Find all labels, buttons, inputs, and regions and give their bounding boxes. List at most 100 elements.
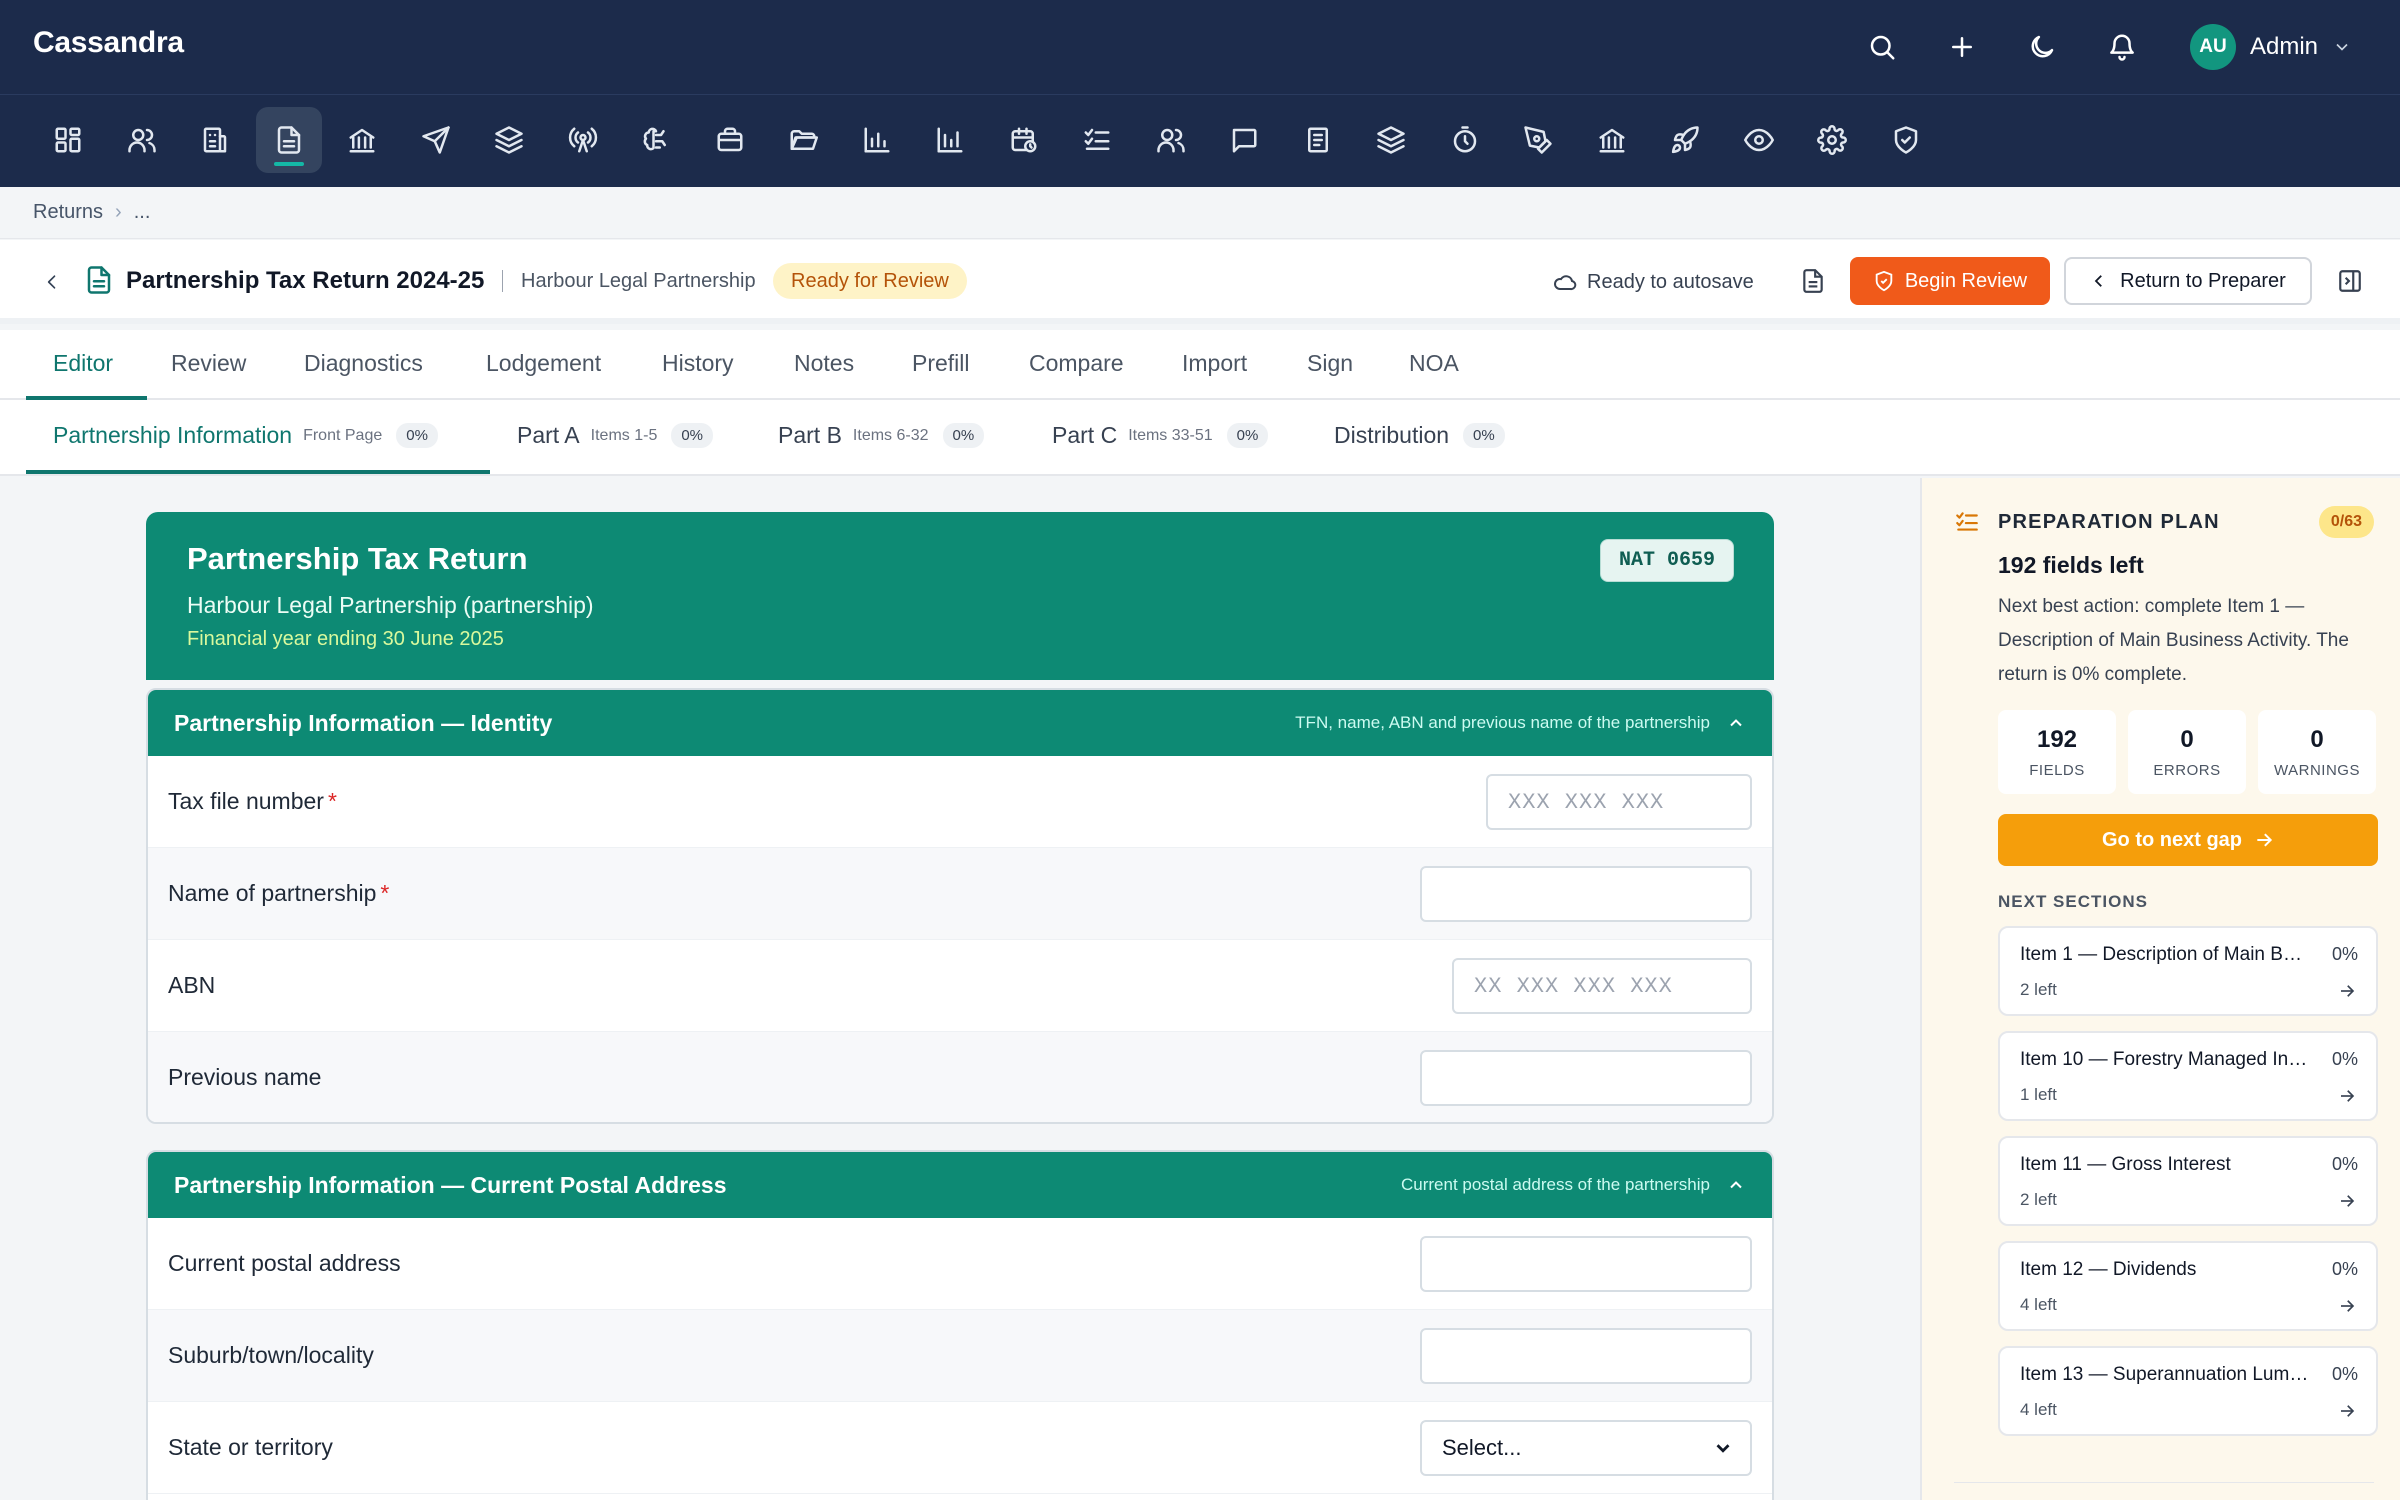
settings-icon[interactable] <box>1799 107 1865 173</box>
partnership-name-input[interactable] <box>1420 866 1752 922</box>
bank-icon[interactable] <box>329 107 395 173</box>
field-row-abn: ABN XX XXX XXX XXX <box>148 940 1772 1032</box>
tab-history[interactable]: History <box>662 350 734 377</box>
previous-name-input[interactable] <box>1420 1050 1752 1106</box>
document-icon <box>84 264 114 301</box>
subtab-distribution[interactable]: Distribution 0% <box>1334 422 1505 449</box>
top-actions: AU Admin <box>1842 22 2352 72</box>
section-header[interactable]: Partnership Information — Current Postal… <box>148 1152 1772 1218</box>
subtab-hint: Front Page <box>303 426 383 444</box>
stat-errors: 0 ERRORS <box>2128 710 2246 794</box>
breadcrumb-returns[interactable]: Returns <box>33 201 103 224</box>
pen-tool-icon[interactable] <box>1505 107 1571 173</box>
brain-icon[interactable] <box>623 107 689 173</box>
next-sections-label: NEXT SECTIONS <box>1998 892 2148 911</box>
eye-icon[interactable] <box>1726 107 1792 173</box>
section-remaining: 1 left <box>2020 1085 2057 1104</box>
next-section-card[interactable]: Item 12 — Dividends 0% 4 left <box>1998 1241 2378 1331</box>
section-remaining: 4 left <box>2020 1295 2057 1314</box>
subtab-part-c[interactable]: Part C Items 33-51 0% <box>1052 422 1269 449</box>
institution-icon[interactable] <box>1579 107 1645 173</box>
cloud-icon <box>1554 275 1577 291</box>
suburb-input[interactable] <box>1420 1328 1752 1384</box>
field-label: Tax file number * <box>168 788 337 815</box>
next-section-card[interactable]: Item 11 — Gross Interest 0% 2 left <box>1998 1136 2378 1226</box>
tab-review[interactable]: Review <box>171 350 246 377</box>
tab-prefill[interactable]: Prefill <box>912 350 970 377</box>
postal-address-input[interactable] <box>1420 1236 1752 1292</box>
stat-label: FIELDS <box>2029 761 2085 779</box>
briefcase-icon[interactable] <box>697 107 763 173</box>
search-icon[interactable] <box>1862 27 1902 67</box>
chevron-up-icon[interactable] <box>1726 713 1746 733</box>
next-section-card[interactable]: Item 10 — Forestry Managed Investment 0%… <box>1998 1031 2378 1121</box>
form-part-tabs: Partnership Information Front Page 0% Pa… <box>0 400 2400 476</box>
tab-compare[interactable]: Compare <box>1029 350 1124 377</box>
next-section-card[interactable]: Item 13 — Superannuation Lump Sums 0% 4 … <box>1998 1346 2378 1436</box>
tab-sign[interactable]: Sign <box>1307 350 1353 377</box>
next-section-card[interactable]: Item 1 — Description of Main Business Ac… <box>1998 926 2378 1016</box>
tab-diagnostics[interactable]: Diagnostics <box>304 350 423 377</box>
dashboard-icon[interactable] <box>35 107 101 173</box>
subtab-label: Partnership Information <box>53 422 293 448</box>
tab-lodgement[interactable]: Lodgement <box>486 350 601 377</box>
folder-icon[interactable] <box>770 107 836 173</box>
plus-icon[interactable] <box>1942 27 1982 67</box>
message-icon[interactable] <box>1211 107 1277 173</box>
checklist-icon[interactable] <box>1064 107 1130 173</box>
broadcast-icon[interactable] <box>550 107 616 173</box>
section-hint: TFN, name, ABN and previous name of the … <box>1295 713 1746 733</box>
timer-icon[interactable] <box>1432 107 1498 173</box>
brand-logo[interactable]: Cassandra <box>33 26 184 60</box>
tfn-input[interactable]: XXX XXX XXX <box>1486 774 1752 830</box>
section-title: Partnership Information — Identity <box>174 709 553 736</box>
moon-icon[interactable] <box>2022 27 2062 67</box>
stat-value: 0 <box>2310 725 2324 753</box>
receipt-icon[interactable] <box>1285 107 1351 173</box>
building-icon[interactable] <box>182 107 248 173</box>
go-to-next-gap-button[interactable]: Go to next gap <box>1998 814 2378 866</box>
document-icon[interactable] <box>255 107 322 173</box>
stack-icon[interactable] <box>1358 107 1424 173</box>
checklist-icon <box>1956 512 1978 531</box>
nat-badge: NAT 0659 <box>1599 539 1734 582</box>
bar-chart-alt-icon[interactable] <box>917 107 983 173</box>
contacts-icon[interactable] <box>1138 107 1204 173</box>
abn-input[interactable]: XX XXX XXX XXX <box>1452 958 1752 1014</box>
bar-chart-icon[interactable] <box>844 107 910 173</box>
state-select[interactable]: Select... <box>1420 1420 1752 1476</box>
rocket-icon[interactable] <box>1652 107 1718 173</box>
send-icon[interactable] <box>403 107 469 173</box>
page-title: Partnership Tax Return 2024-25 <box>126 267 485 294</box>
tab-notes[interactable]: Notes <box>794 350 854 377</box>
file-text-icon[interactable] <box>1796 264 1830 298</box>
partnership-name-label: Name of partnership <box>168 880 377 906</box>
users-icon[interactable] <box>109 107 175 173</box>
layers-icon[interactable] <box>476 107 542 173</box>
tab-import[interactable]: Import <box>1182 350 1247 377</box>
shield-check-icon[interactable] <box>1873 107 1939 173</box>
return-to-preparer-button[interactable]: Return to Preparer <box>2064 257 2312 305</box>
tab-noa[interactable]: NOA <box>1409 350 1459 377</box>
begin-review-button[interactable]: Begin Review <box>1850 257 2050 305</box>
section-hint: Current postal address of the partnershi… <box>1401 1175 1746 1195</box>
stat-label: ERRORS <box>2153 761 2221 779</box>
section-header[interactable]: Partnership Information — Identity TFN, … <box>148 690 1772 756</box>
user-menu[interactable]: AU Admin <box>2189 24 2352 70</box>
back-icon[interactable] <box>36 266 68 298</box>
section-remaining: 2 left <box>2020 1190 2057 1209</box>
section-progress: 0% <box>2331 1259 2358 1279</box>
chevron-up-icon[interactable] <box>1726 1175 1746 1195</box>
plan-count-badge: 0/63 <box>2318 506 2374 538</box>
bell-icon[interactable] <box>2102 27 2142 67</box>
subtab-partnership-information[interactable]: Partnership Information Front Page 0% <box>53 422 438 449</box>
subtab-part-a[interactable]: Part A Items 1-5 0% <box>517 422 714 449</box>
subtab-part-b[interactable]: Part B Items 6-32 0% <box>778 422 985 449</box>
section-name: Item 12 — Dividends <box>2020 1259 2197 1280</box>
calendar-clock-icon[interactable] <box>991 107 1057 173</box>
tab-editor[interactable]: Editor <box>53 350 113 377</box>
form-content: Partnership Tax Return Harbour Legal Par… <box>0 478 1920 1500</box>
field-row-suburb: Suburb/town/locality <box>148 1310 1772 1402</box>
panel-toggle-icon[interactable] <box>2334 265 2366 297</box>
subtab-hint: Items 6-32 <box>852 426 929 444</box>
